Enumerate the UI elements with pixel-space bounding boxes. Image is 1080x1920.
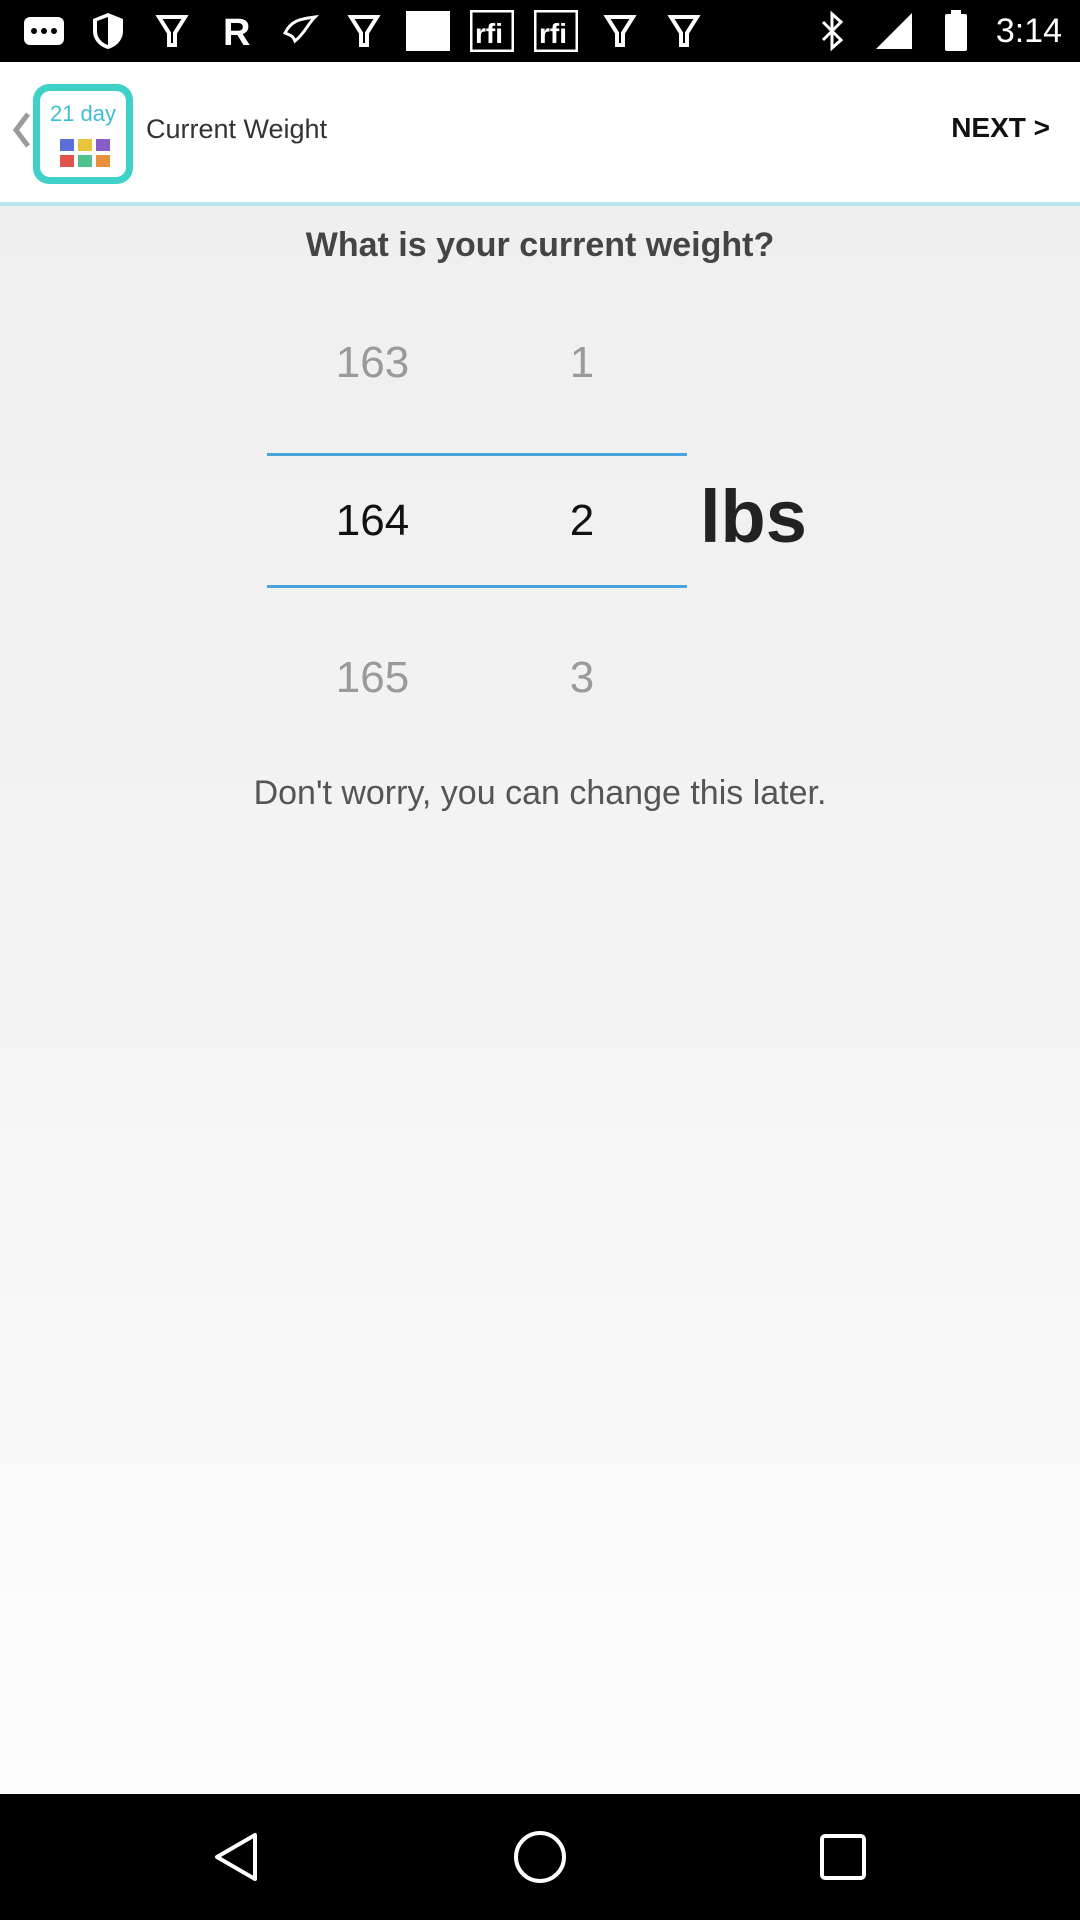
clock: 3:14 [995, 12, 1062, 50]
question-heading: What is your current weight? [305, 226, 775, 264]
weight-whole-below[interactable]: 165 [305, 653, 440, 703]
weight-whole-selected[interactable]: 164 [305, 496, 440, 546]
image-icon [406, 10, 450, 52]
page-title: Current Weight [146, 114, 328, 144]
navigation-bar [0, 1794, 1080, 1920]
weight-decimal-above[interactable]: 1 [542, 338, 622, 388]
container-green [78, 155, 92, 167]
bluetooth-icon [810, 10, 854, 52]
shield-icon [86, 10, 130, 52]
pin-icon [342, 10, 386, 52]
app-logo-inner: 21 day [40, 91, 126, 177]
container-grid-icon [60, 139, 110, 167]
status-bar: R rfi rfi 3:14 [0, 0, 1080, 62]
messages-icon [22, 10, 66, 52]
back-triangle-icon[interactable] [207, 1827, 267, 1887]
system-icons: 3:14 [810, 8, 1062, 54]
weight-whole-above[interactable]: 163 [305, 338, 440, 388]
signal-icon [872, 10, 916, 52]
battery-icon [934, 10, 978, 52]
hint-text: Don't worry, you can change this later. [253, 774, 827, 812]
weight-decimal-below[interactable]: 3 [542, 653, 622, 703]
svg-text:R: R [223, 12, 250, 51]
main-content: What is your current weight? 163 164 165… [0, 206, 1080, 1794]
r-app-icon: R [214, 10, 258, 52]
notification-icons: R rfi rfi [22, 10, 706, 52]
home-circle-icon[interactable] [510, 1827, 570, 1887]
container-red [60, 155, 74, 167]
picker-selection-top-line [267, 453, 687, 456]
container-yellow [78, 139, 92, 151]
bird-icon [278, 10, 322, 52]
back-chevron-icon[interactable] [8, 108, 34, 152]
app-logo[interactable]: 21 day [33, 84, 133, 184]
pin-icon [598, 10, 642, 52]
weight-decimal-selected[interactable]: 2 [542, 496, 622, 546]
recents-square-icon[interactable] [813, 1827, 873, 1887]
container-purple [96, 139, 110, 151]
pin-icon [150, 10, 194, 52]
unit-label: lbs [700, 475, 807, 558]
app-bar: 21 day Current Weight NEXT > [0, 62, 1080, 206]
container-blue [60, 139, 74, 151]
picker-selection-bottom-line [267, 585, 687, 588]
next-button[interactable]: NEXT > [951, 112, 1050, 144]
svg-text:rfi: rfi [475, 18, 503, 49]
app-logo-text: 21 day [49, 101, 117, 126]
rfi-icon: rfi [470, 10, 514, 52]
rfi-icon: rfi [534, 10, 578, 52]
svg-text:rfi: rfi [539, 18, 567, 49]
pin-icon [662, 10, 706, 52]
container-orange [96, 155, 110, 167]
